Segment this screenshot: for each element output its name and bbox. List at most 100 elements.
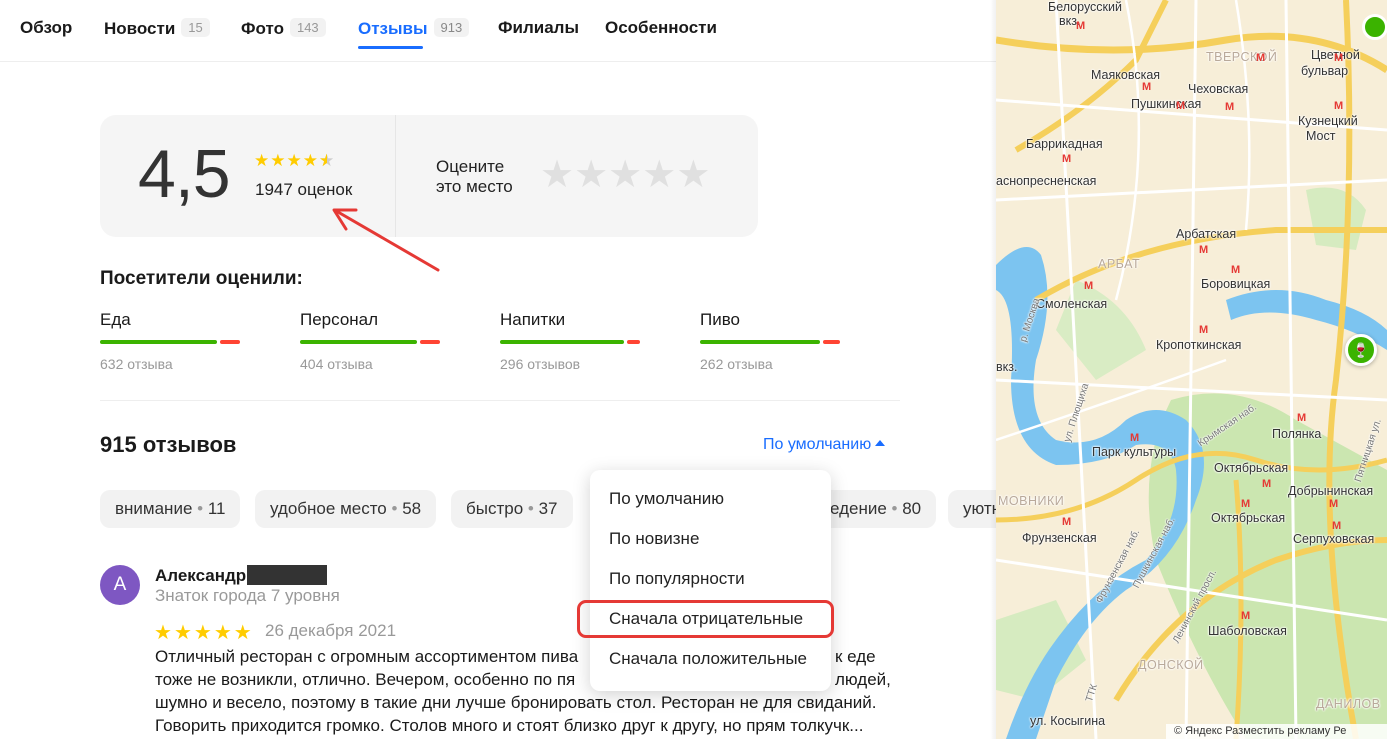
metro-icon: M bbox=[1329, 498, 1339, 510]
criterion-bar bbox=[700, 340, 840, 344]
negative-bar bbox=[220, 340, 240, 344]
chip-dot: • bbox=[527, 499, 534, 518]
annotation-highlight-box bbox=[577, 600, 834, 638]
chip-label: быстро bbox=[466, 499, 524, 518]
tab-branches[interactable]: Филиалы bbox=[498, 18, 579, 38]
chip-dot: • bbox=[891, 499, 898, 518]
criterion-bar bbox=[100, 340, 240, 344]
rating-value: 4,5 bbox=[138, 136, 231, 212]
map-label: Октябрьская bbox=[1214, 461, 1289, 475]
map-label: Парк культуры bbox=[1092, 445, 1177, 459]
sort-dropdown-button[interactable]: По умолчанию bbox=[763, 436, 886, 454]
review-author[interactable]: Александр bbox=[155, 566, 246, 586]
map-label: Полянка bbox=[1272, 427, 1322, 441]
tab-label: Отзывы bbox=[358, 19, 428, 38]
empty-star-icon[interactable]: ★ bbox=[608, 154, 642, 196]
empty-star-icon[interactable]: ★ bbox=[574, 154, 608, 196]
rate-stars-input: ★★★★★ bbox=[540, 155, 710, 195]
active-tab-indicator bbox=[358, 46, 423, 49]
annotation-arrow-icon bbox=[332, 208, 440, 272]
negative-bar bbox=[823, 340, 840, 344]
sort-option-newest[interactable]: По новизне bbox=[609, 529, 699, 549]
star-icon: ★ bbox=[302, 151, 319, 170]
star-icon: ★ bbox=[270, 151, 287, 170]
tab-label: Новости bbox=[104, 19, 176, 38]
map-label: Шаболовская bbox=[1208, 624, 1287, 638]
empty-star-icon[interactable]: ★ bbox=[540, 154, 574, 196]
metro-icon: M bbox=[1062, 153, 1072, 165]
criterion-name: Персонал bbox=[300, 310, 379, 329]
map-label: Чеховская bbox=[1188, 82, 1249, 96]
criterion-name: Пиво bbox=[700, 310, 741, 329]
criterion-name: Еда bbox=[100, 310, 131, 329]
map-label: вкз. bbox=[996, 360, 1018, 374]
map-label: Фрунзенская bbox=[1022, 531, 1097, 545]
chip-convenient-place[interactable]: удобное место • 58 bbox=[255, 490, 437, 528]
empty-star-icon[interactable]: ★ bbox=[676, 154, 710, 196]
sort-dropdown-menu: По умолчанию По новизне По популярности … bbox=[590, 470, 831, 691]
rate-prompt-line: Оцените bbox=[436, 157, 505, 176]
tab-label: Особенности bbox=[605, 18, 717, 37]
tab-photos[interactable]: Фото 143 bbox=[241, 18, 326, 39]
tab-count: 15 bbox=[181, 18, 210, 37]
author-level: Знаток города 7 уровня bbox=[155, 586, 340, 605]
star-icon: ★ bbox=[173, 622, 194, 644]
sort-option-popular[interactable]: По популярности bbox=[609, 569, 745, 589]
tab-overview[interactable]: Обзор bbox=[20, 18, 72, 38]
map-label: Белорусский bbox=[1048, 0, 1122, 14]
chip-count: 58 bbox=[402, 499, 422, 518]
positive-bar bbox=[700, 340, 820, 344]
map-label: бульвар bbox=[1301, 64, 1349, 78]
chip-cozy[interactable]: уютн bbox=[948, 490, 996, 528]
map-label: ул. Косыгина bbox=[1030, 714, 1106, 728]
criterion-drinks[interactable]: Напитки 296 отзывов bbox=[500, 310, 650, 372]
chip-count: 80 bbox=[902, 499, 922, 518]
criterion-bar bbox=[300, 340, 440, 344]
chip-fast[interactable]: быстро • 37 bbox=[451, 490, 573, 528]
review-text-part: Отличный ресторан с огромным ассортимент… bbox=[155, 647, 579, 666]
sort-option-default[interactable]: По умолчанию bbox=[609, 489, 724, 509]
review-line: шумно и весело, поэтому в такие дни лучш… bbox=[155, 693, 877, 712]
empty-star-icon[interactable]: ★ bbox=[642, 154, 676, 196]
avatar[interactable]: А bbox=[100, 565, 140, 605]
criteria-title: Посетители оценили: bbox=[100, 268, 303, 289]
tab-count: 143 bbox=[289, 18, 326, 37]
section-divider bbox=[100, 400, 900, 401]
star-icon: ★ bbox=[213, 622, 234, 644]
metro-icon: M bbox=[1241, 610, 1251, 622]
sort-option-positive-first[interactable]: Сначала положительные bbox=[609, 649, 807, 669]
map-label: ДОНСКОЙ bbox=[1138, 658, 1204, 672]
tab-news[interactable]: Новости 15 bbox=[104, 18, 210, 39]
map-label: аснопресненская bbox=[996, 174, 1097, 188]
chip-attention[interactable]: внимание • 11 bbox=[100, 490, 241, 528]
chip-label: удобное место bbox=[270, 499, 387, 518]
criterion-name: Напитки bbox=[500, 310, 566, 329]
criterion-food[interactable]: Еда 632 отзыва bbox=[100, 310, 250, 372]
tab-reviews[interactable]: Отзывы 913 bbox=[358, 18, 470, 39]
chip-label: едение bbox=[830, 499, 887, 518]
criterion-staff[interactable]: Персонал 404 отзыва bbox=[300, 310, 450, 372]
map-label: Баррикадная bbox=[1026, 137, 1103, 151]
map-label: Кузнецкий bbox=[1298, 114, 1358, 128]
metro-icon: M bbox=[1076, 20, 1086, 32]
metro-icon: M bbox=[1199, 244, 1209, 256]
criterion-beer[interactable]: Пиво 262 отзыва bbox=[700, 310, 850, 372]
metro-icon: M bbox=[1062, 516, 1072, 528]
star-icon: ★ bbox=[254, 151, 271, 170]
tab-features[interactable]: Особенности bbox=[605, 18, 717, 38]
metro-icon: M bbox=[1334, 100, 1344, 112]
map[interactable]: Белорусский вкз. ТВЕРСКОЙ Цветной бульва… bbox=[996, 0, 1387, 739]
tabs-bar: Обзор Новости 15 Фото 143 Отзывы 913 Филиал… bbox=[0, 0, 996, 62]
metro-icon: M bbox=[1231, 264, 1241, 276]
criterion-bar bbox=[500, 340, 640, 344]
tab-count: 913 bbox=[433, 18, 470, 37]
map-label: МОВНИКИ bbox=[998, 494, 1065, 508]
chip-label: внимание bbox=[115, 499, 193, 518]
restaurant-pin-icon[interactable]: 🍷 bbox=[1345, 334, 1377, 366]
map-label: ДАНИЛОВ bbox=[1316, 697, 1381, 711]
map-label: Арбатская bbox=[1176, 227, 1237, 241]
map-pin-icon[interactable] bbox=[1362, 14, 1387, 40]
tab-label: Фото bbox=[241, 19, 284, 38]
criterion-reviews: 262 отзыва bbox=[700, 356, 773, 372]
review-text-part: к еде bbox=[835, 647, 876, 666]
